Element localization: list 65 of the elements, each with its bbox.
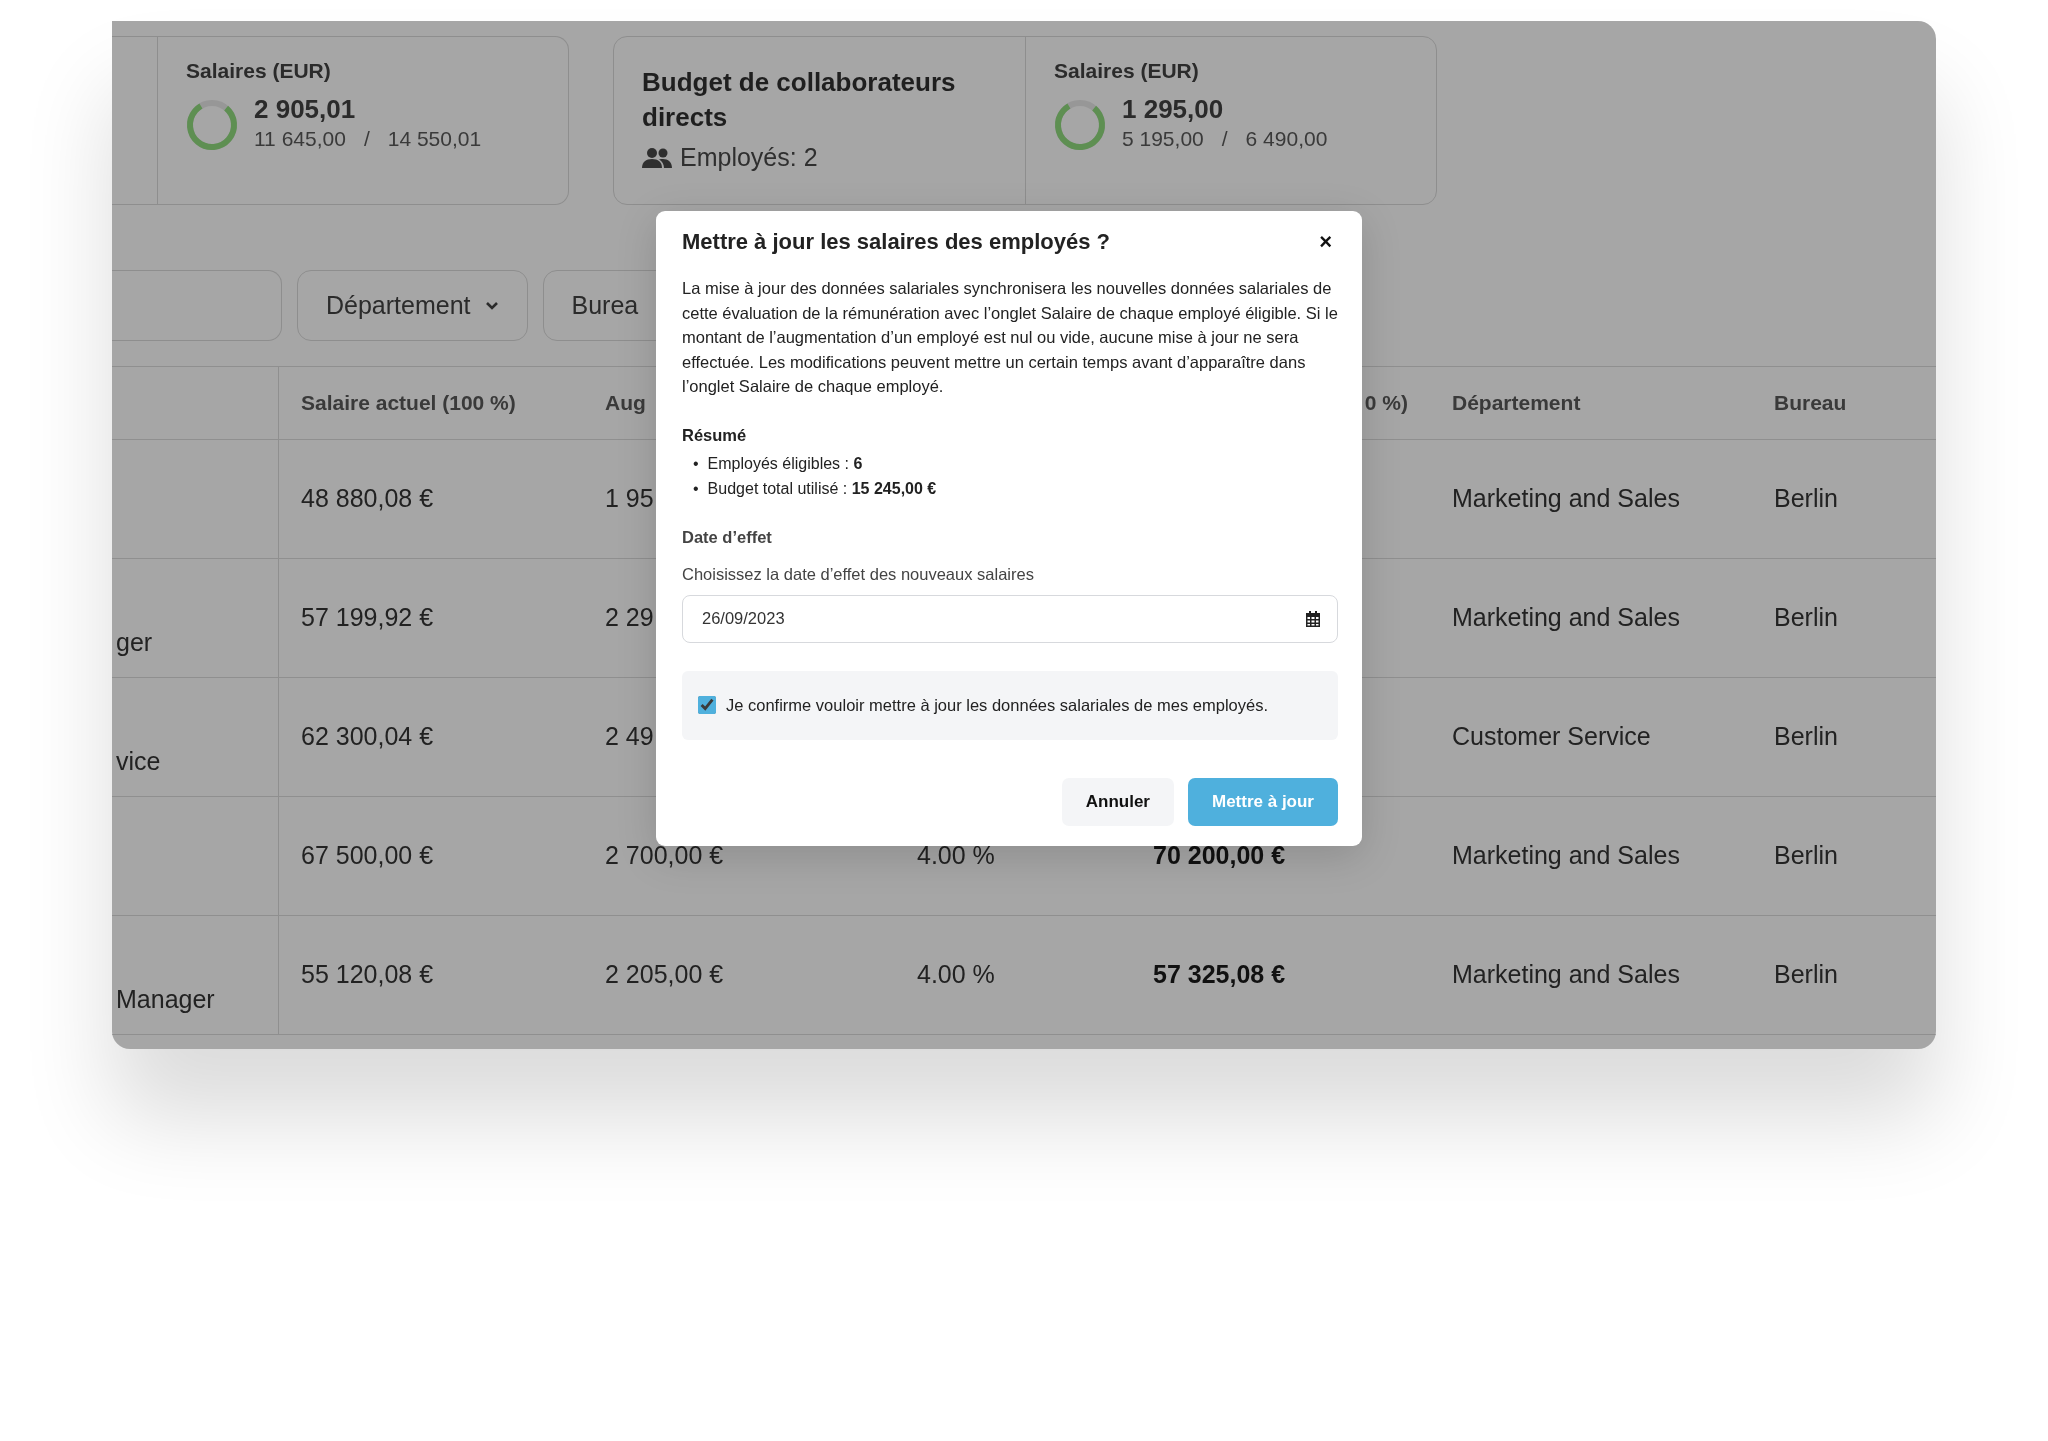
separator: /	[363, 126, 370, 153]
column-header[interactable]: Aug	[605, 387, 646, 419]
table-cell-text: Manager	[116, 983, 215, 1015]
date-heading: Date d’effet	[682, 527, 773, 549]
table-cell-text: Marketing and Sales	[1452, 483, 1680, 515]
salary-value: 1 295,00	[1122, 94, 1225, 124]
table-cell-text: ger	[116, 626, 153, 658]
date-field[interactable]: 26/09/2023	[682, 594, 1338, 643]
bullet: •	[693, 454, 699, 475]
table-cell-text: 2 205,00 €	[605, 959, 724, 991]
column-header[interactable]: Bureau	[1774, 387, 1847, 419]
card-title: Salaires (EUR)	[1054, 58, 1200, 84]
calendar-icon[interactable]	[1306, 610, 1320, 627]
people-icon	[642, 146, 672, 169]
progress-ring-icon	[186, 98, 238, 151]
table-cell-text: 48 880,08 €	[301, 483, 434, 515]
table-cell-text: Berlin	[1774, 602, 1838, 634]
used-amount: 5 195,00	[1122, 126, 1204, 153]
table-cell-text: 67 500,00 €	[301, 840, 434, 872]
progress-ring-icon	[1054, 98, 1106, 151]
card-title: Salaires (EUR)	[186, 58, 332, 84]
column-header[interactable]: Département	[1452, 387, 1581, 419]
separator: /	[1221, 126, 1228, 153]
confirm-checkbox[interactable]	[698, 696, 716, 715]
dialog-title: Mettre à jour les salaires des employés ?	[682, 228, 1110, 256]
table-cell-text: Customer Service	[1452, 721, 1651, 753]
cancel-button[interactable]: Annuler	[1061, 777, 1174, 826]
column-header[interactable]: 0 %)	[1364, 387, 1408, 419]
table-cell-text: 2 49	[605, 721, 654, 753]
table-cell-text: Berlin	[1774, 483, 1838, 515]
column-header[interactable]: Salaire actuel (100 %)	[301, 387, 516, 419]
confirm-label: Je confirme vouloir mettre à jour les données salariales de mes employés.	[726, 694, 1268, 716]
filter-dropdown[interactable]: Département	[297, 270, 528, 341]
table-cell-text: Berlin	[1774, 721, 1838, 753]
table-cell-text: 2 700,00 €	[605, 840, 724, 872]
search-field[interactable]	[112, 270, 282, 341]
table-cell-text: 2 29	[605, 602, 654, 634]
table-cell-text: 4.00 %	[917, 840, 995, 872]
table-cell-text: 1 95	[605, 483, 654, 515]
used-amount: 11 645,00	[254, 126, 346, 153]
summary-heading: Résumé	[682, 424, 748, 446]
table-cell-text: 62 300,04 €	[301, 721, 434, 753]
summary-item: Employés éligibles : 6	[707, 454, 863, 475]
table-cell-text: 57 199,92 €	[301, 602, 434, 634]
table-cell-text: vice	[116, 745, 161, 777]
update-button[interactable]: Mettre à jour	[1187, 777, 1338, 826]
bullet: •	[693, 479, 699, 500]
card-title: Budget de collaborateurs directs	[642, 66, 957, 135]
table-cell-text: 70 200,00 €	[1153, 840, 1286, 872]
table-cell-text: Berlin	[1774, 959, 1838, 991]
date-label: Choisissez la date d’effet des nouveaux salaires	[682, 564, 1035, 585]
table-cell-text: 55 120,08 €	[301, 959, 434, 991]
salary-value: 2 905,01	[254, 94, 357, 124]
table-cell-text: 4.00 %	[917, 959, 995, 991]
table-cell-text: Marketing and Sales	[1452, 602, 1680, 634]
close-button[interactable]: ×	[1313, 225, 1338, 258]
table-cell-text: Berlin	[1774, 840, 1838, 872]
total-amount: 6 490,00	[1245, 126, 1328, 153]
summary-item: Budget total utilisé : 15 245,00 €	[707, 479, 937, 500]
table-cell-text: 57 325,08 €	[1153, 959, 1286, 991]
chevron-down-icon	[484, 300, 499, 311]
employee-count: Employés: 2	[680, 142, 818, 174]
table-cell-text: Marketing and Sales	[1452, 959, 1680, 991]
total-amount: 14 550,01	[387, 126, 482, 153]
table-cell-text: Marketing and Sales	[1452, 840, 1680, 872]
